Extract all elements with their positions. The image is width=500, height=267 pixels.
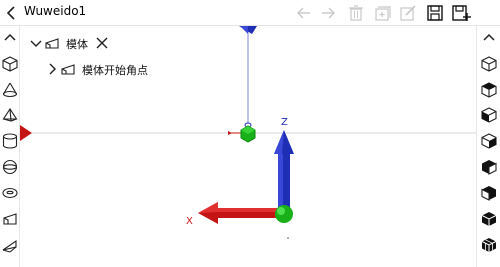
- cone-tool-button[interactable]: [1, 81, 19, 99]
- z-axis-shaft-shade: [278, 154, 283, 214]
- save-button[interactable]: [425, 3, 445, 23]
- trash-icon: [349, 5, 363, 21]
- collapse-up-button[interactable]: [1, 29, 19, 47]
- cube-top-face-icon: [481, 82, 497, 98]
- origin-sphere[interactable]: [275, 205, 293, 223]
- view-bottom-button[interactable]: [480, 210, 498, 228]
- back-button[interactable]: [3, 3, 21, 23]
- x-axis-label: X: [186, 216, 193, 227]
- cube-left-face-icon: [482, 160, 497, 175]
- x-axis-cone-shade: [198, 202, 218, 213]
- right-view-toolbar: [476, 26, 500, 267]
- torus-icon: [2, 187, 18, 199]
- box-tool-button[interactable]: [1, 55, 19, 73]
- view-left-button[interactable]: [480, 158, 498, 176]
- view-right-button[interactable]: [480, 132, 498, 150]
- save-as-icon: [452, 5, 471, 21]
- delete-button[interactable]: [346, 3, 366, 23]
- cube-wireframe-icon: [481, 56, 497, 72]
- tree-item-child-label: 模体开始角点: [82, 64, 148, 77]
- wedge-tool-button[interactable]: [1, 210, 19, 228]
- chevron-right-icon[interactable]: [44, 61, 60, 77]
- edit-button[interactable]: [398, 3, 418, 23]
- cube-right-face-icon: [481, 133, 497, 149]
- prism-icon: [2, 239, 17, 253]
- view-top-button[interactable]: [480, 81, 498, 99]
- tree-item-root-label: 模体: [66, 38, 88, 51]
- view-back-button[interactable]: [480, 184, 498, 202]
- origin-sphere-highlight: [277, 207, 285, 215]
- prism-tool-button[interactable]: [1, 236, 19, 254]
- cube-grid-icon: [481, 238, 497, 252]
- cube-front-face-icon: [481, 107, 497, 123]
- pyramid-tool-button[interactable]: [1, 106, 19, 124]
- view-wireframe-button[interactable]: [480, 55, 498, 73]
- sphere-tool-button[interactable]: [1, 158, 19, 176]
- undo-button[interactable]: [294, 3, 314, 23]
- top-bar: Wuweido1: [0, 0, 500, 26]
- cylinder-tool-button[interactable]: [1, 132, 19, 150]
- x-axis-shaft-shade: [218, 208, 280, 212]
- chevron-up-icon: [4, 33, 16, 41]
- cube-solid-icon: [481, 212, 497, 226]
- origin-dot: [287, 237, 289, 239]
- add-layer-icon: [375, 6, 391, 21]
- back-arrow-icon: [297, 7, 310, 19]
- redo-button[interactable]: [318, 3, 338, 23]
- collapse-up-right-button[interactable]: [480, 29, 498, 47]
- small-x-cone: [228, 131, 232, 135]
- chevron-up-icon: [483, 33, 495, 41]
- torus-tool-button[interactable]: [1, 184, 19, 202]
- view-iso-button[interactable]: [480, 236, 498, 254]
- add-layer-button[interactable]: [372, 3, 392, 23]
- close-icon[interactable]: [94, 35, 110, 51]
- cube-icon: [2, 56, 18, 72]
- cube-back-face-icon: [481, 186, 496, 201]
- document-title: Wuweido1: [24, 4, 87, 18]
- tree-item-root[interactable]: 模体: [28, 34, 148, 52]
- edit-icon: [400, 5, 416, 21]
- wedge-icon: [3, 213, 17, 225]
- chevron-left-icon: [6, 6, 15, 20]
- z-axis-label: Z: [281, 117, 288, 128]
- wedge-icon: [44, 35, 60, 51]
- sphere-icon: [2, 159, 18, 175]
- pyramid-icon: [2, 107, 18, 122]
- left-axis-cone: [20, 125, 32, 141]
- cone-icon: [2, 82, 18, 98]
- save-as-button[interactable]: [451, 3, 471, 23]
- cylinder-icon: [2, 133, 18, 149]
- chevron-down-icon[interactable]: [28, 35, 44, 51]
- view-front-button[interactable]: [480, 106, 498, 124]
- forward-arrow-icon: [322, 7, 335, 19]
- tree-item-child[interactable]: 模体开始角点: [44, 60, 174, 78]
- save-icon: [427, 5, 443, 21]
- wedge-icon: [60, 61, 76, 77]
- left-shape-toolbar: [0, 26, 20, 267]
